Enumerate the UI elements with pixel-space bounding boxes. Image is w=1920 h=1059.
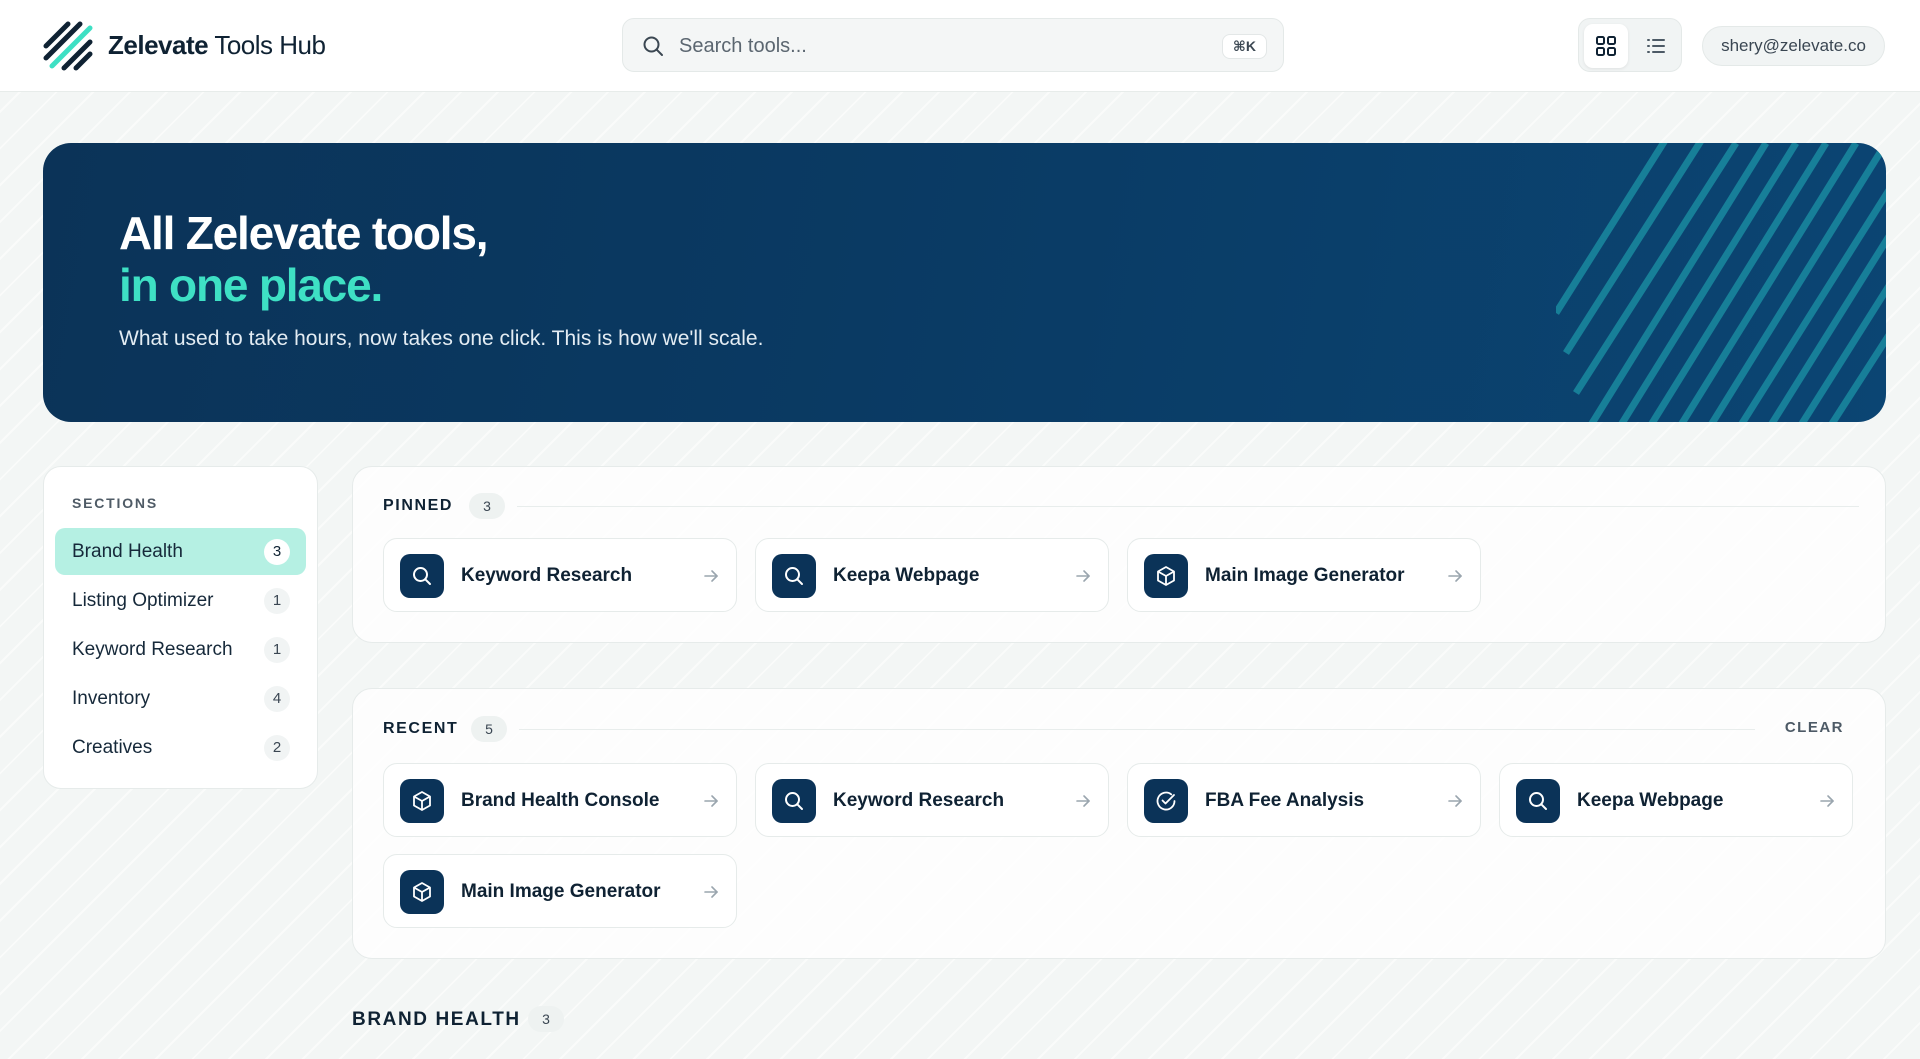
tool-name: Keyword Research bbox=[461, 565, 633, 586]
hero-title-accent: in one place. bbox=[119, 259, 383, 311]
list-view-button[interactable] bbox=[1634, 24, 1678, 68]
pinned-heading: PINNED bbox=[383, 497, 454, 514]
arrow-right-icon bbox=[1076, 795, 1090, 807]
tool-card-fba-fee-analysis[interactable]: FBA Fee Analysis bbox=[1127, 763, 1481, 837]
sidebar-item-keyword-research[interactable]: Keyword Research 1 bbox=[55, 626, 306, 673]
tool-icon-tile bbox=[772, 779, 816, 823]
tool-name: Brand Health Console bbox=[461, 790, 660, 811]
arrow-right-icon bbox=[704, 795, 718, 807]
sidebar-item-creatives[interactable]: Creatives 2 bbox=[55, 724, 306, 771]
top-bar: Zelevate Tools Hub Search tools... ⌘K sh… bbox=[0, 0, 1920, 92]
cube-icon bbox=[413, 882, 431, 902]
search-shortcut-badge: ⌘K bbox=[1221, 34, 1267, 59]
tool-card-keyword-research[interactable]: Keyword Research bbox=[383, 538, 737, 612]
arrow-right-icon bbox=[1448, 570, 1462, 582]
search-icon bbox=[1529, 792, 1547, 810]
grid-icon bbox=[1596, 36, 1616, 56]
sidebar-item-listing-optimizer[interactable]: Listing Optimizer 1 bbox=[55, 577, 306, 624]
sidebar-item-count: 3 bbox=[264, 539, 290, 565]
search-input[interactable]: Search tools... bbox=[679, 34, 807, 58]
user-account-button[interactable]: shery@zelevate.co bbox=[1702, 26, 1885, 66]
sidebar-item-inventory[interactable]: Inventory 4 bbox=[55, 675, 306, 722]
tool-icon-tile bbox=[400, 870, 444, 914]
pinned-section: PINNED 3 Keyword Research Keepa Webpage … bbox=[352, 466, 1886, 643]
sidebar-item-count: 1 bbox=[264, 588, 290, 614]
grid-view-button[interactable] bbox=[1584, 24, 1628, 68]
recent-heading: RECENT bbox=[383, 720, 459, 737]
hero-banner: All Zelevate tools, in one place. What u… bbox=[43, 143, 1886, 422]
tool-icon-tile bbox=[1144, 554, 1188, 598]
tool-name: Main Image Generator bbox=[1205, 565, 1405, 586]
hero-stripes-decoration bbox=[1556, 143, 1886, 422]
sidebar-item-count: 2 bbox=[264, 735, 290, 761]
tool-icon-tile bbox=[400, 779, 444, 823]
arrow-right-icon bbox=[1076, 570, 1090, 582]
arrow-right-icon bbox=[1448, 795, 1462, 807]
arrow-right-icon bbox=[704, 886, 718, 898]
pinned-count-badge: 3 bbox=[469, 493, 505, 519]
search-icon bbox=[413, 567, 431, 585]
sidebar-item-label: Creatives bbox=[72, 737, 153, 758]
tool-icon-tile bbox=[1516, 779, 1560, 823]
recent-section: RECENT 5 CLEAR Brand Health Console Keyw… bbox=[352, 688, 1886, 959]
cube-icon bbox=[413, 791, 431, 811]
hero-subtitle: What used to take hours, now takes one c… bbox=[119, 327, 764, 350]
tool-card-brand-health-console[interactable]: Brand Health Console bbox=[383, 763, 737, 837]
sidebar-item-brand-health[interactable]: Brand Health 3 bbox=[55, 528, 306, 575]
recent-count-badge: 5 bbox=[471, 716, 507, 742]
sidebar-title: SECTIONS bbox=[72, 495, 158, 511]
tool-name: Main Image Generator bbox=[461, 881, 661, 902]
tool-card-keyword-research[interactable]: Keyword Research bbox=[755, 763, 1109, 837]
search-box[interactable]: Search tools... ⌘K bbox=[622, 18, 1284, 72]
view-toggle bbox=[1578, 18, 1682, 72]
section-divider bbox=[519, 729, 1755, 730]
sidebar-item-label: Brand Health bbox=[72, 541, 183, 562]
search-icon bbox=[785, 567, 803, 585]
tool-card-main-image-generator[interactable]: Main Image Generator bbox=[383, 854, 737, 928]
brand-health-heading: BRAND HEALTH bbox=[352, 1009, 521, 1030]
tool-icon-tile bbox=[772, 554, 816, 598]
sidebar-item-count: 4 bbox=[264, 686, 290, 712]
tool-card-keepa-webpage[interactable]: Keepa Webpage bbox=[1499, 763, 1853, 837]
arrow-right-icon bbox=[1820, 795, 1834, 807]
tool-card-main-image-generator[interactable]: Main Image Generator bbox=[1127, 538, 1481, 612]
tool-name: Keepa Webpage bbox=[1577, 790, 1724, 811]
brand-health-count-badge: 3 bbox=[528, 1006, 564, 1032]
sidebar-item-label: Inventory bbox=[72, 688, 151, 709]
cube-icon bbox=[1157, 566, 1175, 586]
search-icon bbox=[643, 36, 663, 56]
app-title: Zelevate Tools Hub bbox=[108, 28, 326, 62]
hero-title: All Zelevate tools, bbox=[119, 207, 489, 259]
app-title-bold: Zelevate bbox=[108, 30, 209, 60]
tool-icon-tile bbox=[400, 554, 444, 598]
tool-name: Keyword Research bbox=[833, 790, 1005, 811]
sidebar-item-label: Listing Optimizer bbox=[72, 590, 214, 611]
tool-card-keepa-webpage[interactable]: Keepa Webpage bbox=[755, 538, 1109, 612]
section-divider bbox=[517, 506, 1859, 507]
check-circle-icon bbox=[1156, 791, 1176, 811]
zelevate-logo-icon[interactable] bbox=[42, 20, 94, 72]
clear-recent-button[interactable]: CLEAR bbox=[1785, 717, 1844, 739]
list-icon bbox=[1647, 39, 1665, 53]
app-title-rest: Tools Hub bbox=[208, 30, 326, 60]
search-icon bbox=[785, 792, 803, 810]
arrow-right-icon bbox=[704, 570, 718, 582]
tool-icon-tile bbox=[1144, 779, 1188, 823]
sidebar-item-label: Keyword Research bbox=[72, 639, 233, 660]
sidebar-item-count: 1 bbox=[264, 637, 290, 663]
sections-sidebar: SECTIONS Brand Health 3 Listing Optimize… bbox=[43, 466, 318, 789]
tool-name: FBA Fee Analysis bbox=[1205, 790, 1365, 811]
tool-name: Keepa Webpage bbox=[833, 565, 980, 586]
